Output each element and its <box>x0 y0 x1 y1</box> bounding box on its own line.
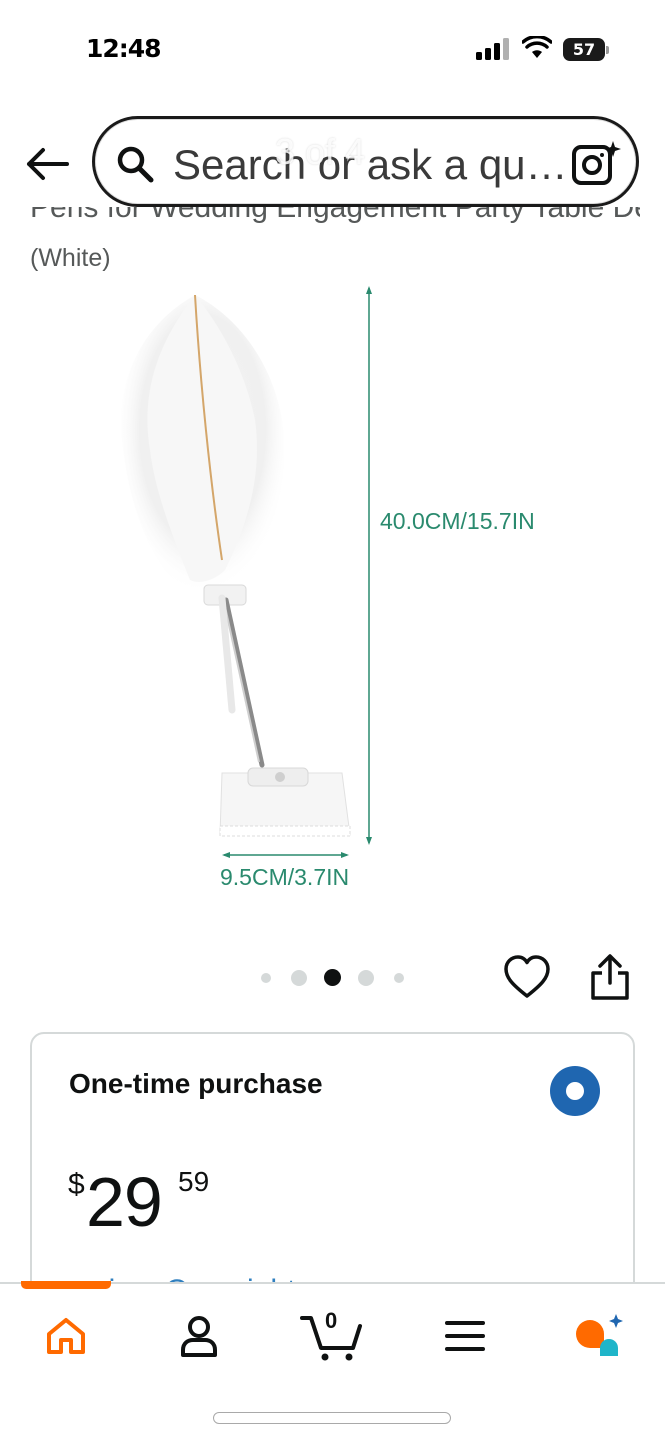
heart-icon[interactable] <box>503 954 551 1000</box>
active-tab-indicator <box>21 1281 111 1289</box>
status-bar: 12:48 57 <box>0 0 665 100</box>
height-dimension-label: 40.0CM/15.7IN <box>380 508 535 534</box>
status-time: 12:48 <box>86 34 162 63</box>
bottom-navigation: 0 <box>0 1281 665 1440</box>
purchase-option-title: One-time purchase <box>69 1068 323 1099</box>
purchase-option-radio[interactable] <box>550 1066 600 1116</box>
carousel-dot[interactable] <box>394 973 404 983</box>
nav-account[interactable] <box>164 1308 234 1364</box>
carousel-dot[interactable] <box>358 970 374 986</box>
image-carousel-dots[interactable] <box>255 965 415 989</box>
search-input[interactable]: Search or ask a qu… <box>173 141 568 189</box>
width-dimension-label: 9.5CM/3.7IN <box>220 864 350 890</box>
back-button[interactable] <box>22 142 72 186</box>
nav-cart[interactable]: 0 <box>296 1308 366 1364</box>
back-arrow-icon <box>27 148 69 180</box>
cellular-signal-icon <box>476 38 509 60</box>
carousel-dot[interactable] <box>261 973 271 983</box>
home-indicator[interactable] <box>213 1412 451 1424</box>
price-fraction: 59 <box>178 1166 210 1197</box>
carousel-dot-active[interactable] <box>324 969 341 986</box>
ai-assistant-icon <box>576 1314 623 1356</box>
nav-rufus[interactable] <box>563 1308 633 1364</box>
battery-level: 57 <box>563 38 605 61</box>
nav-home[interactable] <box>31 1308 101 1364</box>
search-bar[interactable]: Search or ask a qu… 3 of 4 <box>92 116 639 207</box>
feather-pen-illustration <box>121 286 372 858</box>
search-header: Search or ask a qu… 3 of 4 <box>0 100 665 215</box>
hamburger-menu-icon <box>445 1321 485 1351</box>
share-icon[interactable] <box>588 953 632 1001</box>
battery-indicator: 57 <box>563 38 609 61</box>
battery-tip <box>606 46 609 54</box>
person-icon <box>181 1316 217 1357</box>
product-image[interactable]: 40.0CM/15.7IN 9.5CM/3.7IN <box>0 280 665 910</box>
image-page-indicator: 3 of 4 <box>275 131 366 172</box>
product-title-clip: Pens for Wedding Engagement Party Table … <box>30 207 640 237</box>
wifi-icon <box>522 36 552 58</box>
cart-count-badge: 0 <box>325 1308 338 1333</box>
search-icon <box>117 146 154 183</box>
carousel-dot[interactable] <box>291 970 307 986</box>
price-currency-symbol: $ <box>68 1168 85 1201</box>
home-icon <box>47 1318 85 1354</box>
price-whole: 29 <box>86 1163 163 1241</box>
nav-menu[interactable] <box>430 1308 500 1364</box>
camera-lens-icon[interactable] <box>571 139 621 187</box>
product-title: Pens for Wedding Engagement Party Table … <box>30 207 640 224</box>
product-title-variant: (White) <box>30 244 111 272</box>
